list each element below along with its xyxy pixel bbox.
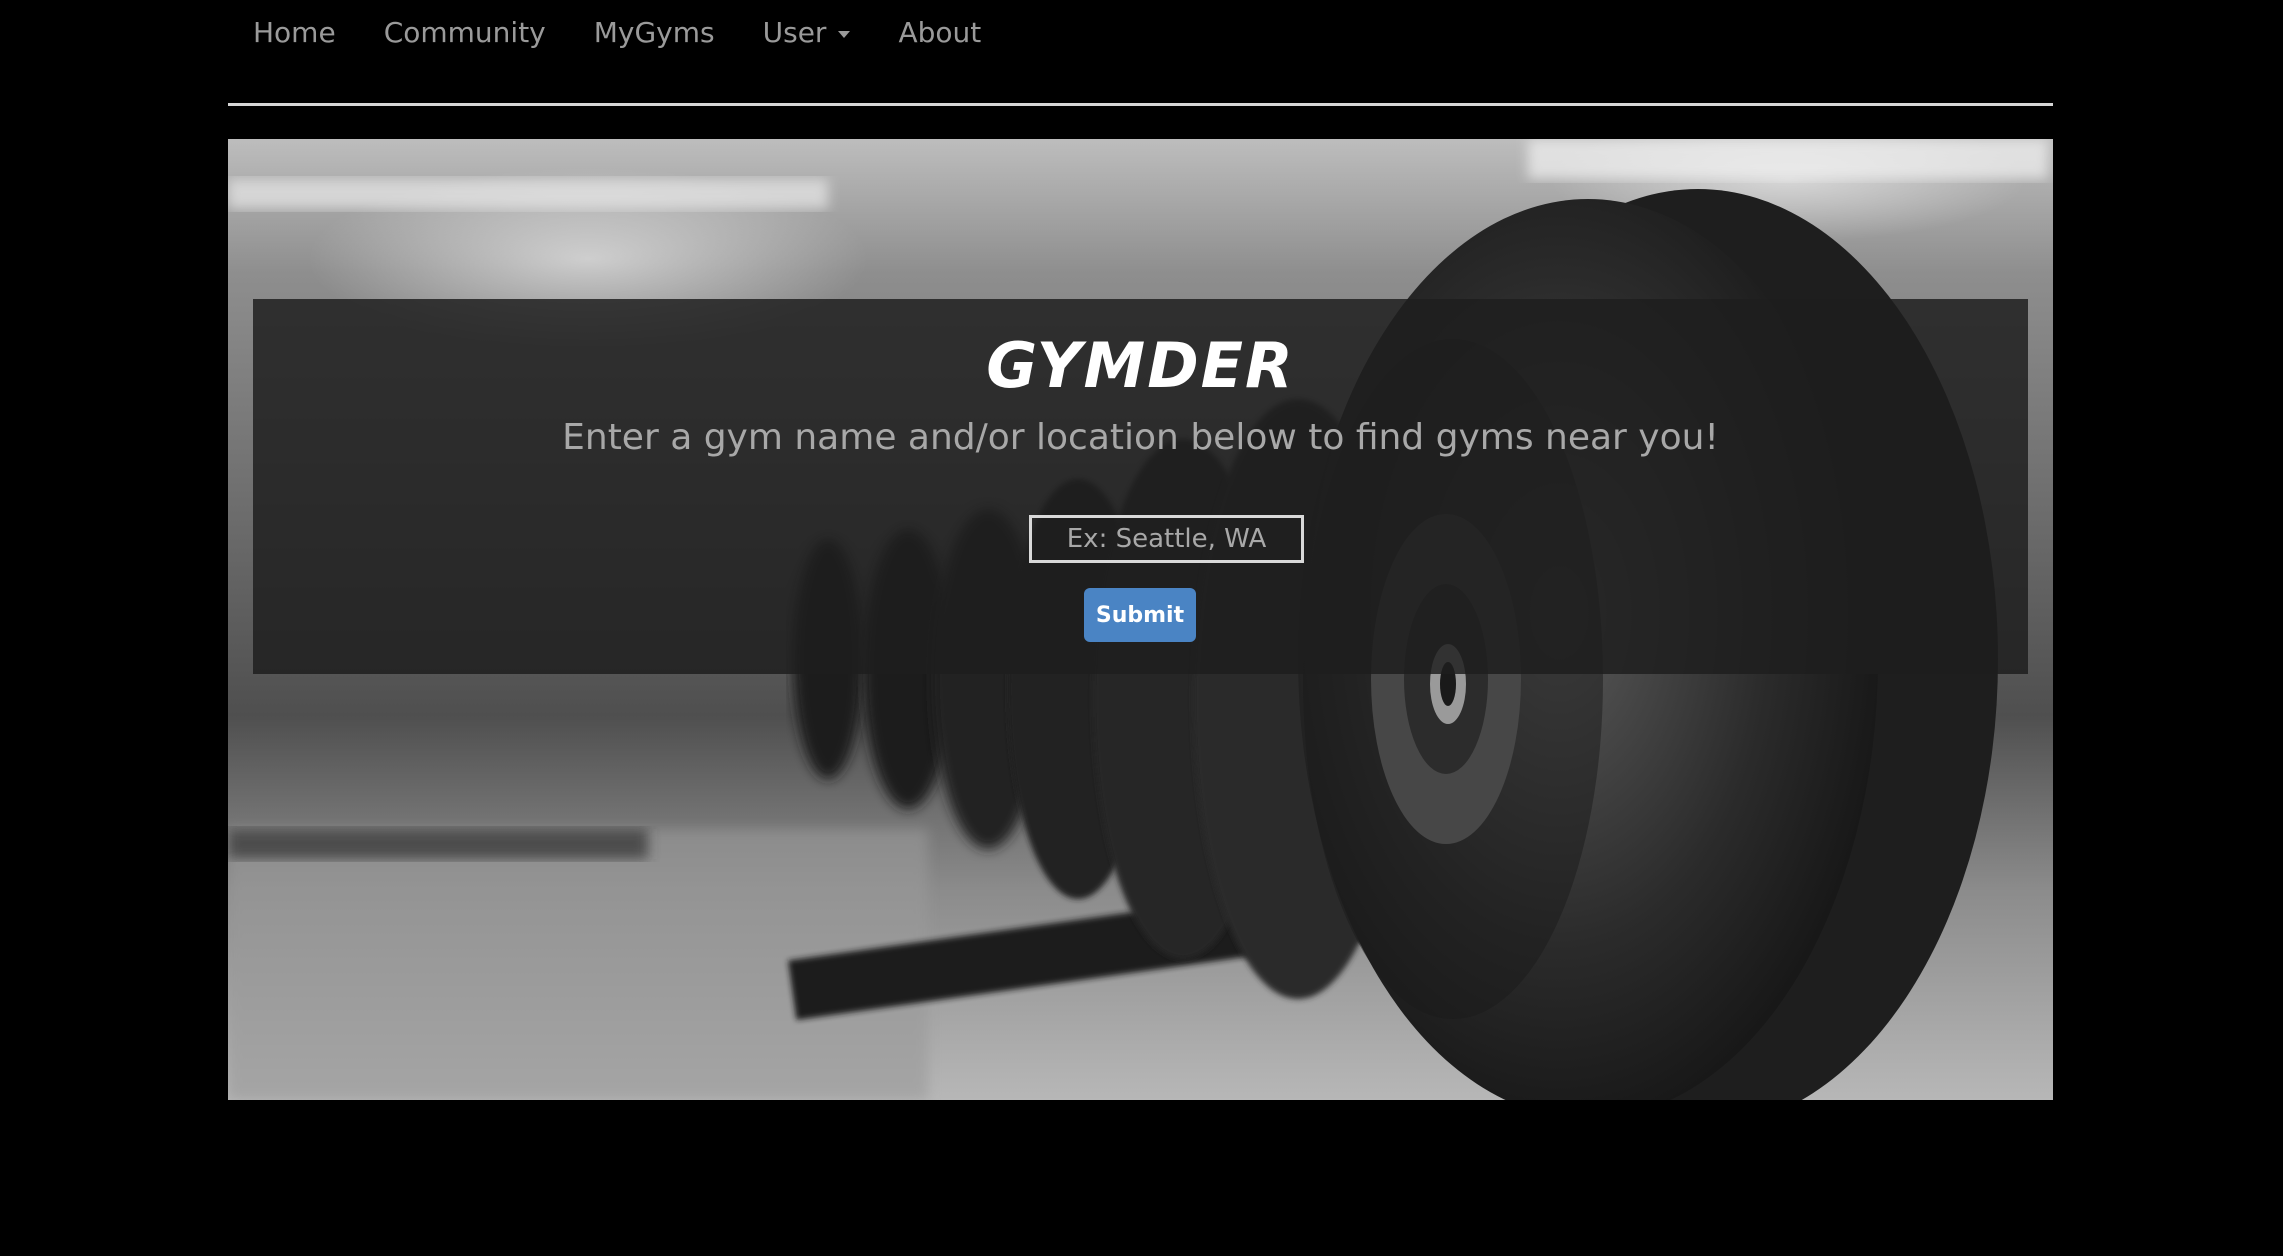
nav-item-mygyms[interactable]: MyGyms — [594, 12, 715, 52]
search-panel: GYMDER Enter a gym name and/or location … — [253, 299, 2028, 674]
hero-banner: GYMDER Enter a gym name and/or location … — [228, 139, 2053, 1100]
nav-item-home[interactable]: Home — [253, 12, 336, 52]
brand-logo: GYMDER — [986, 329, 1295, 402]
nav-item-user-dropdown[interactable]: User — [763, 12, 851, 52]
nav-item-about[interactable]: About — [898, 12, 981, 52]
nav-item-label: MyGyms — [593, 15, 715, 49]
nav-item-label: User — [762, 15, 827, 49]
navbar: Home Community MyGyms User About — [228, 0, 2053, 106]
nav-item-label: Community — [383, 15, 546, 49]
nav-item-community[interactable]: Community — [384, 12, 546, 52]
hero-tagline: Enter a gym name and/or location below t… — [562, 417, 1719, 458]
submit-button[interactable]: Submit — [1084, 588, 1196, 642]
search-input[interactable] — [1029, 515, 1304, 563]
nav-list: Home Community MyGyms User About — [253, 12, 1029, 52]
nav-item-label: Home — [253, 15, 336, 49]
nav-item-label: About — [898, 15, 982, 49]
page-container: Home Community MyGyms User About GYMDER … — [228, 0, 2053, 1100]
caret-down-icon — [838, 30, 851, 38]
